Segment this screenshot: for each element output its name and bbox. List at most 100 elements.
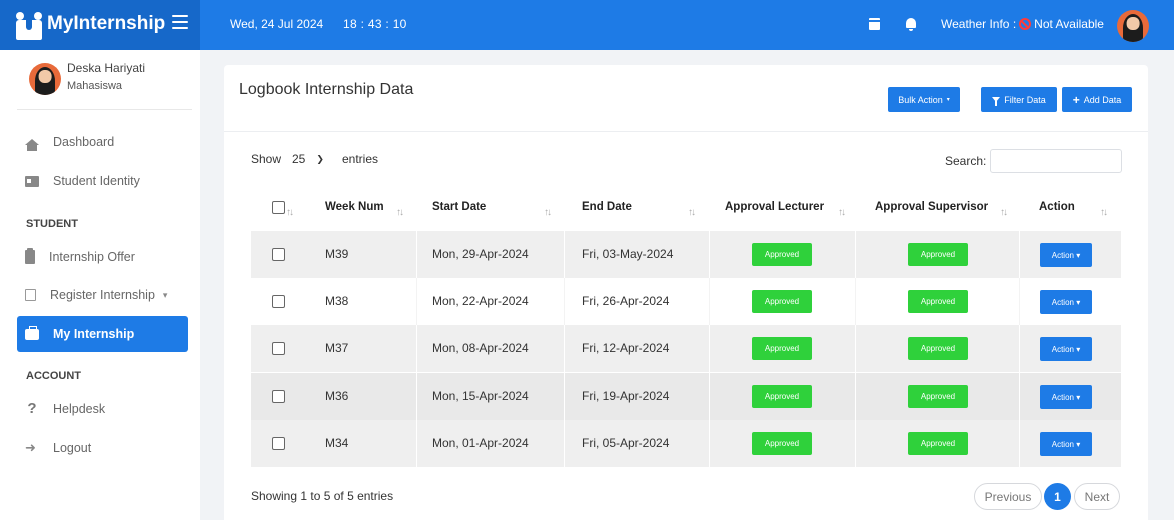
- row-action-button[interactable]: Action ▾: [1040, 337, 1092, 361]
- page-length-select[interactable]: 25 ❯: [284, 147, 338, 171]
- section-heading-student: STUDENT: [26, 218, 78, 230]
- sidebar-item-logout[interactable]: ➜ Logout: [17, 430, 188, 466]
- sidebar-item-label: Logout: [53, 441, 92, 455]
- filter-data-button[interactable]: Filter Data: [981, 87, 1057, 112]
- sidebar-item-internship-offer[interactable]: Internship Offer: [17, 239, 188, 275]
- column-header-approval-supervisor[interactable]: Approval Supervisor: [875, 201, 988, 213]
- sort-icon: ↑↓: [1100, 207, 1108, 218]
- weather-info: Weather Info : Not Available: [941, 17, 1104, 31]
- sidebar-item-dashboard[interactable]: Dashboard: [17, 124, 188, 160]
- approved-badge: Approved: [908, 243, 968, 266]
- action-label: Action: [1051, 392, 1074, 402]
- weather-value: Not Available: [1034, 17, 1104, 31]
- sort-icon: ↑↓: [286, 207, 294, 218]
- sidebar-profile: Deska Hariyati Mahasiswa: [17, 58, 192, 110]
- approved-badge: Approved: [908, 385, 968, 408]
- user-avatar[interactable]: [1117, 10, 1149, 42]
- show-label: Show: [251, 152, 282, 166]
- logbook-card: Logbook Internship Data Bulk Action ▾ Fi…: [224, 65, 1148, 520]
- calendar-icon[interactable]: [869, 18, 880, 30]
- column-header-start-date[interactable]: Start Date: [432, 201, 486, 213]
- add-data-label: Add Data: [1083, 94, 1122, 105]
- table-row: M37 Mon, 08-Apr-2024 Fri, 12-Apr-2024 Ap…: [251, 325, 1121, 372]
- question-icon: ?: [27, 400, 37, 417]
- sidebar-item-register-internship[interactable]: Register Internship ▾: [17, 277, 188, 313]
- select-all-checkbox[interactable]: [272, 201, 285, 214]
- search-input[interactable]: [990, 149, 1122, 173]
- table-row: M34 Mon, 01-Apr-2024 Fri, 05-Apr-2024 Ap…: [251, 420, 1121, 467]
- sign-out-icon: ➜: [25, 440, 36, 455]
- action-label: Action: [1051, 344, 1074, 354]
- table-info: Showing 1 to 5 of 5 entries: [251, 489, 394, 503]
- column-header-approval-lecturer[interactable]: Approval Lecturer: [725, 201, 824, 213]
- add-data-button[interactable]: + Add Data: [1062, 87, 1132, 112]
- sidebar-item-my-internship[interactable]: My Internship: [17, 316, 188, 352]
- cell-week: M39: [325, 247, 349, 261]
- sidebar-item-label: Dashboard: [53, 135, 115, 149]
- cell-start-date: Mon, 01-Apr-2024: [432, 436, 529, 450]
- user-role: Mahasiswa: [67, 80, 123, 92]
- table-row: M39 Mon, 29-Apr-2024 Fri, 03-May-2024 Ap…: [251, 231, 1121, 278]
- sidebar-item-helpdesk[interactable]: ? Helpdesk: [17, 391, 188, 427]
- cell-week: M36: [325, 389, 349, 403]
- column-header-end-date[interactable]: End Date: [582, 201, 632, 213]
- table-header: ↑↓ Week Num ↑↓ Start Date ↑↓ End Date ↑↓…: [251, 183, 1121, 231]
- bulk-action-label: Bulk Action: [898, 94, 943, 105]
- hamburger-menu-icon[interactable]: [172, 15, 188, 29]
- pagination-next[interactable]: Next: [1074, 483, 1120, 510]
- cell-week: M38: [325, 294, 349, 308]
- myinternship-logo-icon: [16, 12, 42, 40]
- id-card-icon: [25, 175, 39, 187]
- sidebar-item-student-identity[interactable]: Student Identity: [17, 163, 188, 199]
- section-heading-account: ACCOUNT: [26, 370, 81, 382]
- cell-end-date: Fri, 26-Apr-2024: [582, 294, 670, 308]
- pagination-previous[interactable]: Previous: [974, 483, 1042, 510]
- row-checkbox[interactable]: [272, 248, 285, 261]
- cell-end-date: Fri, 03-May-2024: [582, 247, 674, 261]
- sidebar-item-label: Register Internship: [50, 288, 155, 302]
- row-action-button[interactable]: Action ▾: [1040, 290, 1092, 314]
- weather-label: Weather Info :: [941, 17, 1017, 31]
- sidebar-item-label: Helpdesk: [53, 402, 106, 416]
- row-checkbox[interactable]: [272, 342, 285, 355]
- action-label: Action: [1051, 297, 1074, 307]
- calendar-icon: [25, 289, 36, 301]
- brand-name: MyInternship: [47, 13, 166, 34]
- row-checkbox[interactable]: [272, 437, 285, 450]
- bell-icon[interactable]: [906, 18, 916, 31]
- chevron-down-icon: ▾: [946, 97, 950, 103]
- approved-badge: Approved: [752, 290, 812, 313]
- page-title: Logbook Internship Data: [239, 81, 414, 98]
- approved-badge: Approved: [752, 432, 812, 455]
- plus-icon: +: [1072, 92, 1080, 107]
- approved-badge: Approved: [752, 385, 812, 408]
- briefcase-icon: [25, 325, 39, 340]
- row-checkbox[interactable]: [272, 295, 285, 308]
- brand[interactable]: MyInternship: [0, 0, 200, 50]
- home-icon: [25, 139, 39, 151]
- entries-label: entries: [342, 152, 379, 166]
- action-label: Action: [1051, 439, 1074, 449]
- row-action-button[interactable]: Action ▾: [1040, 432, 1092, 456]
- column-header-action[interactable]: Action: [1039, 201, 1075, 213]
- filter-data-label: Filter Data: [1004, 94, 1046, 105]
- approved-badge: Approved: [752, 243, 812, 266]
- sort-icon: ↑↓: [1000, 207, 1008, 218]
- cell-start-date: Mon, 15-Apr-2024: [432, 389, 529, 403]
- cell-week: M34: [325, 436, 349, 450]
- column-header-week-num[interactable]: Week Num: [325, 201, 384, 213]
- avatar: [29, 63, 61, 95]
- row-action-button[interactable]: Action ▾: [1040, 385, 1092, 409]
- sort-icon: ↑↓: [688, 207, 696, 218]
- sort-icon: ↑↓: [396, 207, 404, 218]
- filter-icon: [992, 97, 1001, 106]
- top-navbar: MyInternship Wed, 24 Jul 2024 18 : 43 : …: [0, 0, 1174, 50]
- row-checkbox[interactable]: [272, 390, 285, 403]
- user-name: Deska Hariyati: [67, 61, 146, 75]
- chevron-down-icon: ❯: [316, 153, 324, 164]
- row-action-button[interactable]: Action ▾: [1040, 243, 1092, 267]
- pagination-page-1[interactable]: 1: [1044, 483, 1071, 510]
- bulk-action-button[interactable]: Bulk Action ▾: [888, 87, 960, 112]
- sort-icon: ↑↓: [544, 207, 552, 218]
- approved-badge: Approved: [752, 337, 812, 360]
